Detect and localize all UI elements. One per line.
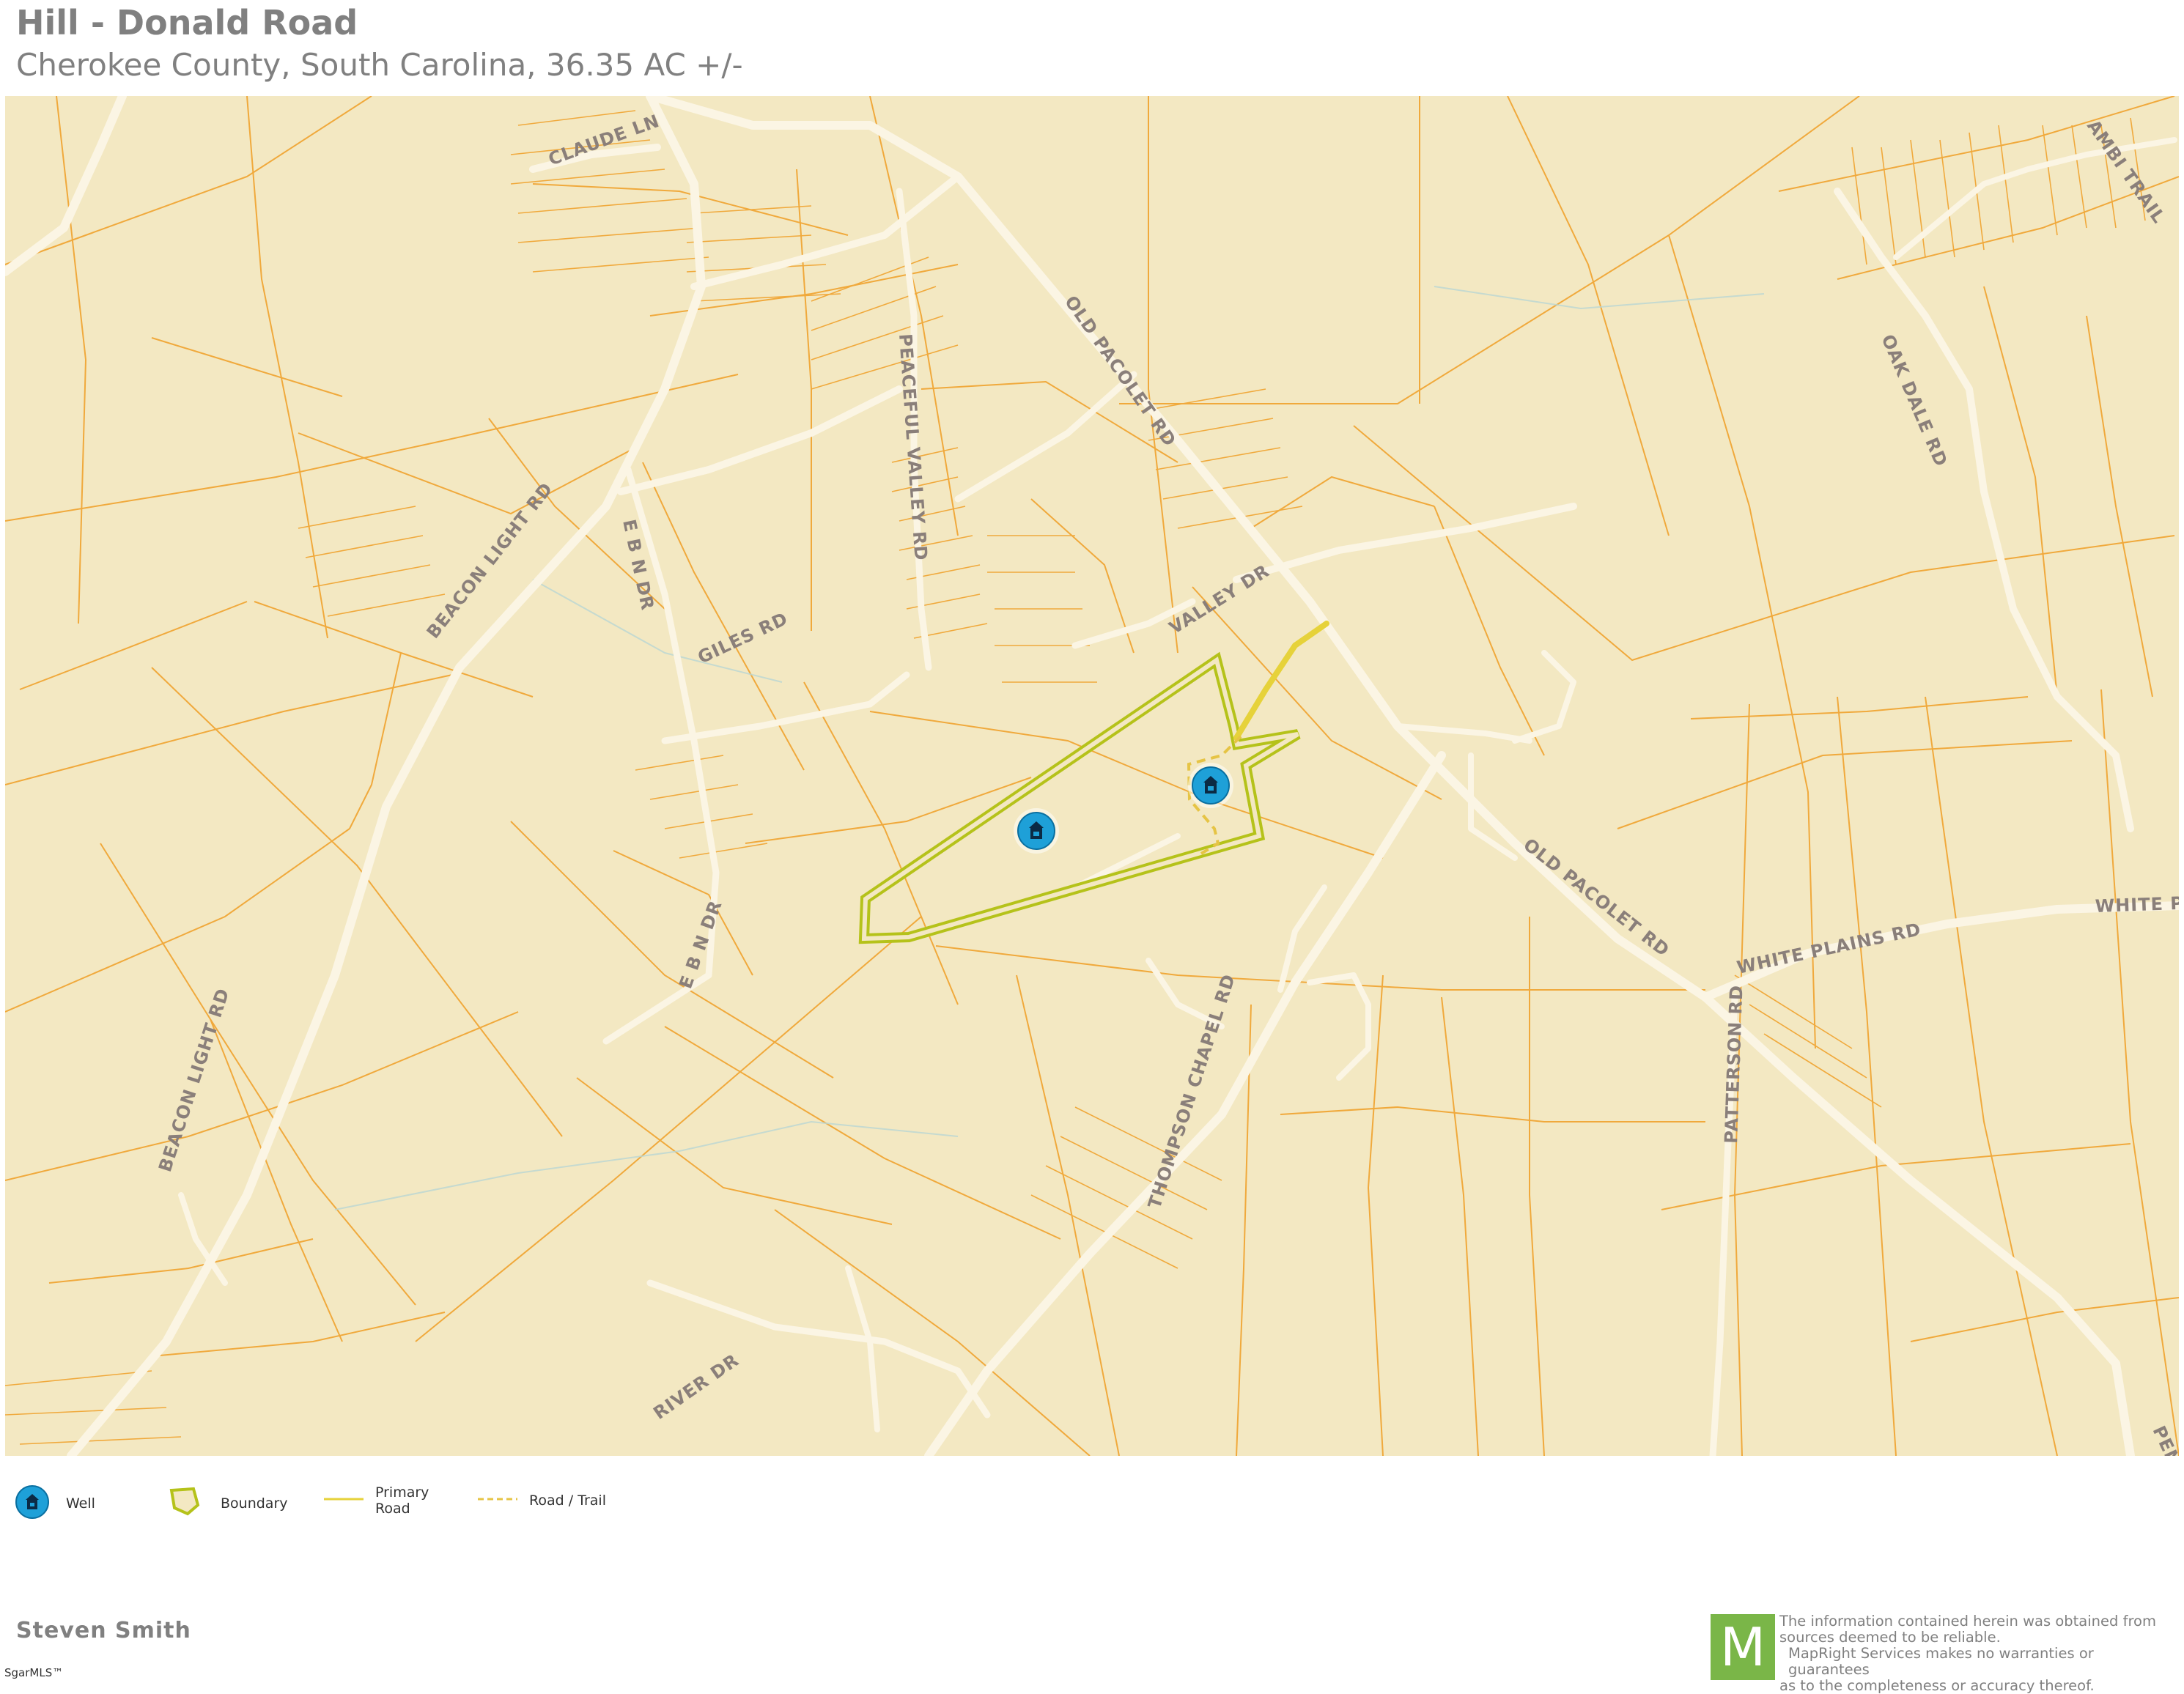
- legend-label: Boundary: [221, 1495, 288, 1512]
- agent-name: Steven Smith: [16, 1618, 191, 1643]
- page-title: Hill - Donald Road: [16, 3, 358, 42]
- legend-label: Primary: [375, 1484, 429, 1501]
- disclaimer-line: as to the completeness or accuracy there…: [1779, 1677, 2095, 1694]
- disclaimer-line: MapRight Services makes no warranties or…: [1788, 1645, 2094, 1678]
- legend-boundary: Boundary: [169, 1486, 288, 1520]
- map-canvas: CLAUDE LN OLD PACOLET RD PEACEFUL VALLEY…: [5, 96, 2179, 1456]
- legend-trail: Road / Trail: [476, 1484, 606, 1517]
- parcel-map[interactable]: CLAUDE LN OLD PACOLET RD PEACEFUL VALLEY…: [5, 96, 2179, 1456]
- disclaimer-line: sources deemed to be reliable.: [1779, 1629, 2001, 1646]
- legend-label: Road: [375, 1501, 410, 1517]
- primary-road-icon: [324, 1498, 364, 1501]
- legend-well: Well: [15, 1484, 95, 1523]
- legend-label: Road / Trail: [529, 1493, 606, 1509]
- well-marker: [1014, 808, 1059, 854]
- disclaimer-line: The information contained herein was obt…: [1779, 1613, 2156, 1630]
- mapright-logo: M: [1711, 1614, 1775, 1680]
- well-marker: [1188, 763, 1233, 808]
- road-label: WHITE PL: [2095, 892, 2179, 917]
- legend-primary-road: Primary Road: [322, 1484, 429, 1517]
- map-legend: Well Boundary Primary Road Road / Trail: [0, 1477, 733, 1528]
- mls-logo: SgarMLS™: [4, 1666, 64, 1679]
- disclaimer: The information contained herein was obt…: [1779, 1613, 2175, 1694]
- trail-icon: [478, 1498, 517, 1501]
- legend-label: Well: [66, 1495, 95, 1512]
- well-icon: [15, 1485, 49, 1519]
- page-subtitle: Cherokee County, South Carolina, 36.35 A…: [16, 47, 743, 83]
- boundary-icon: [169, 1487, 200, 1516]
